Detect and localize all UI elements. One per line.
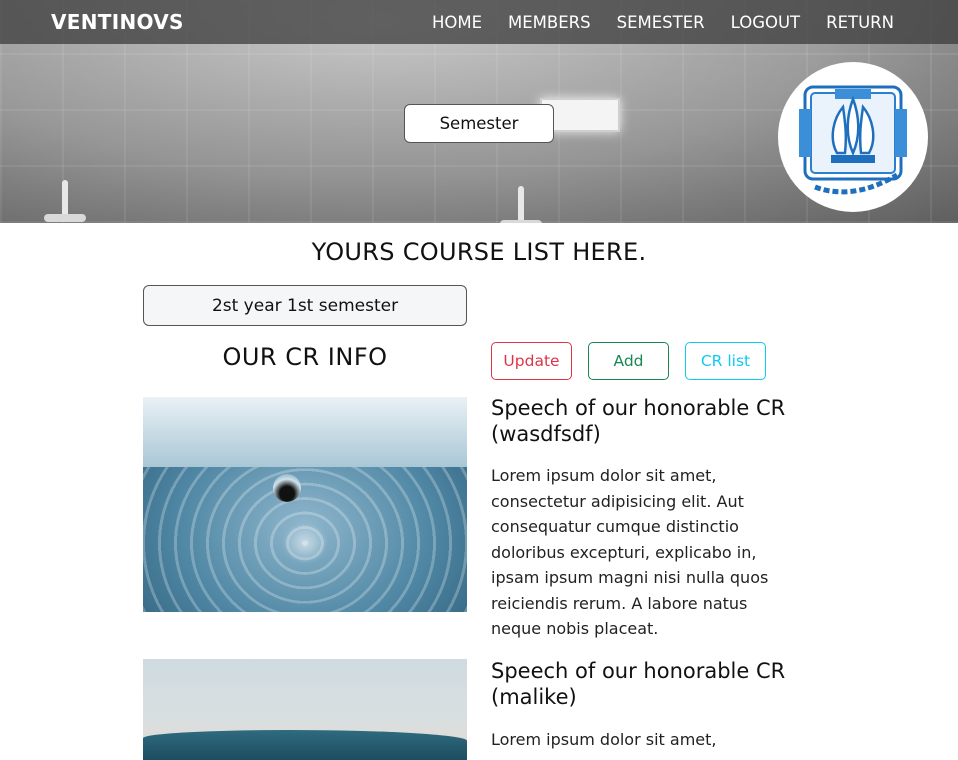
nav-link-home[interactable]: HOME — [432, 13, 482, 32]
add-button[interactable]: Add — [588, 342, 669, 380]
cr-speech-text: Lorem ipsum dolor sit amet, consectetur … — [491, 466, 769, 638]
sea-wave-image — [143, 659, 467, 760]
cr-list-button[interactable]: CR list — [685, 342, 766, 380]
nav-link-semester[interactable]: SEMESTER — [617, 13, 705, 32]
cr-speech-title: Speech of our honorable CR (wasdfsdf) — [491, 396, 786, 446]
ceiling-fan — [500, 186, 542, 223]
page-heading: YOURS COURSE LIST HERE. — [311, 238, 647, 266]
nav-link-return[interactable]: RETURN — [826, 13, 894, 32]
semester-select[interactable]: 2st year 1st semester — [143, 285, 467, 326]
semester-button[interactable]: Semester — [404, 104, 554, 143]
brand-logo-text[interactable]: VENTINOVS — [51, 10, 184, 34]
cr-speech-title: Speech of our honorable CR (malike) — [491, 659, 786, 709]
cr-speech-text: Lorem ipsum dolor sit amet, — [491, 730, 717, 749]
cr-info-heading: OUR CR INFO — [222, 343, 388, 371]
nav-links: HOME MEMBERS SEMESTER LOGOUT RETURN — [432, 13, 894, 32]
nav-link-logout[interactable]: LOGOUT — [731, 13, 801, 32]
water-drop-image — [143, 397, 467, 612]
university-logo-icon — [778, 62, 928, 212]
water-drop-graphic — [273, 474, 301, 502]
university-logo-icon-graphic — [787, 71, 919, 203]
update-button[interactable]: Update — [491, 342, 572, 380]
ceiling-fan — [44, 180, 86, 222]
navbar: VENTINOVS HOME MEMBERS SEMESTER LOGOUT R… — [0, 0, 958, 44]
wave-graphic — [143, 730, 467, 760]
nav-link-members[interactable]: MEMBERS — [508, 13, 591, 32]
hero-banner: VENTINOVS HOME MEMBERS SEMESTER LOGOUT R… — [0, 0, 958, 223]
